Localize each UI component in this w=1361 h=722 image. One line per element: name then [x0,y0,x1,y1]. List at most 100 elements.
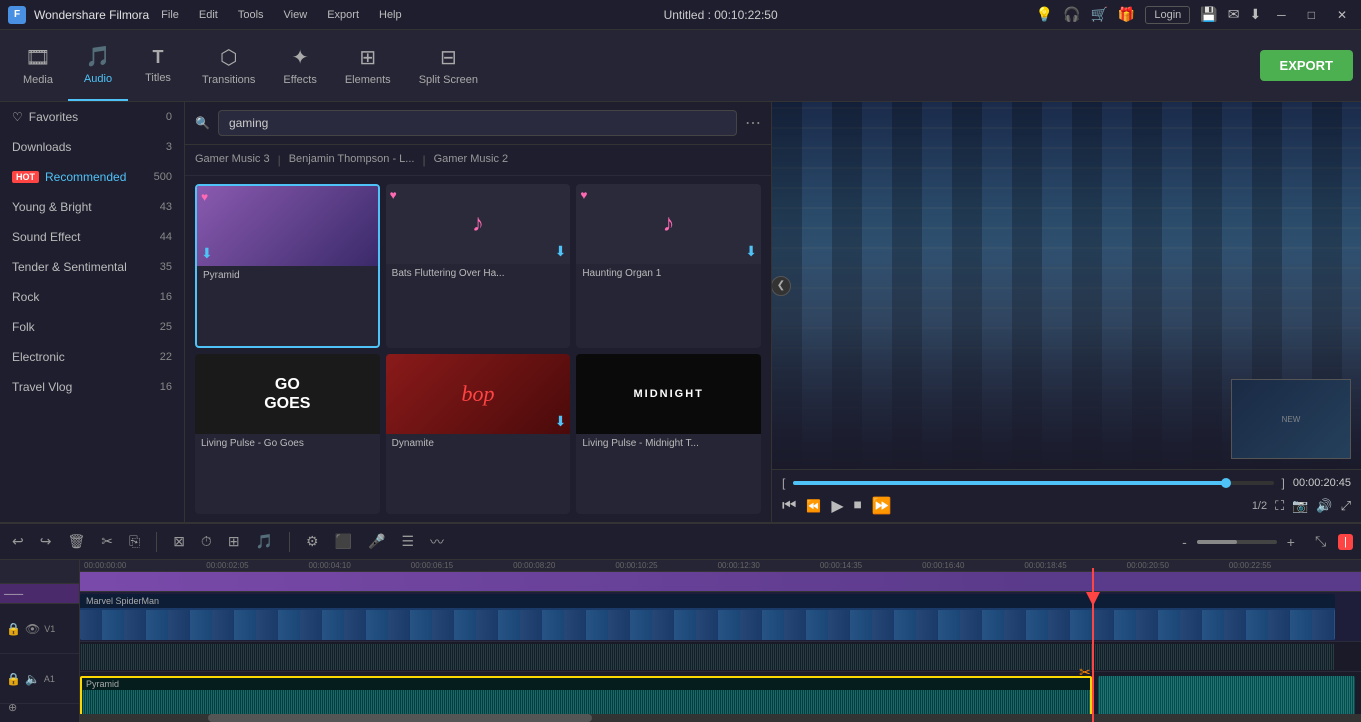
media-icon: 🎞 [25,45,50,70]
sidebar-item-folk[interactable]: Folk 25 [0,312,184,342]
toolbar-transitions[interactable]: ⬡ Transitions [188,30,269,101]
add-track-button[interactable]: ⊕ [8,701,17,714]
media-card-dynamite[interactable]: bop ⬇ Dynamite [386,354,571,514]
zoom-slider[interactable] [1197,540,1277,544]
sidebar-item-rock[interactable]: Rock 16 [0,282,184,312]
zoom-in-button[interactable]: + [1283,530,1299,554]
cut-button[interactable]: ✂ [97,529,117,554]
save-icon[interactable]: 💾 [1200,6,1217,23]
scroll-thumb[interactable] [208,714,592,722]
close-button[interactable]: ✕ [1331,6,1353,24]
go-goes-text: GOGOES [264,375,310,413]
download-icon-bats[interactable]: ⬇ [555,243,567,260]
step-back-button[interactable]: ⏪ [806,499,821,513]
sidebar-item-favorites[interactable]: ♡ Favorites 0 [0,102,184,132]
grid-icon[interactable]: ⋯ [745,113,761,133]
toolbar-elements[interactable]: ⊞ Elements [331,30,405,101]
ruler-mark-9: 00:00:18:45 [1024,561,1066,570]
sidebar-item-recommended[interactable]: HOT Recommended 500 [0,162,184,192]
video-clip[interactable]: Marvel SpiderMan [80,594,1335,640]
toolbar-effects[interactable]: ✦ Effects [269,30,330,101]
audio-clip-selected[interactable]: Pyramid [80,676,1092,718]
toolbar-split-screen[interactable]: ⊟ Split Screen [405,30,492,101]
download-icon-dynamite[interactable]: ⬇ [555,413,567,430]
screenshot-button[interactable]: 📷 [1292,498,1308,514]
headphone-icon[interactable]: 🎧 [1063,6,1080,23]
redo-button[interactable]: ↪ [36,529,56,554]
play-button[interactable]: ▶ [831,496,843,516]
minimize-button[interactable]: ─ [1271,6,1292,24]
toolbar-audio[interactable]: 🎵 Audio [68,30,128,101]
menu-edit[interactable]: Edit [195,7,222,23]
timeline-body: ─── 🔒 👁 V1 🔒 🔈 A1 00:00:00:00 00:00:02:0… [0,560,1361,722]
top-track-1[interactable]: Benjamin Thompson - L... [289,153,415,167]
download-icon[interactable]: ⬇ [1249,6,1261,23]
separator-1 [156,532,157,552]
progress-thumb[interactable] [1221,478,1231,488]
volume-button[interactable]: 🔊 [1316,498,1332,514]
stop-button[interactable]: ⏹ [854,497,862,515]
media-card-midnight[interactable]: MIDNIGHT Living Pulse - Midnight T... [576,354,761,514]
menu-view[interactable]: View [280,7,312,23]
track-lock-icon[interactable]: 🔒 [6,622,21,636]
timeline-ruler: 00:00:00:00 00:00:02:05 00:00:04:10 00:0… [80,560,1361,572]
music-note-icon: ♪ [472,210,484,238]
menu-tools[interactable]: Tools [234,7,268,23]
scroll-bar[interactable] [80,714,1361,722]
toolbar-media[interactable]: 🎞 Media [8,30,68,101]
track-lock-icon-2[interactable]: 🔒 [6,672,21,686]
menu-file[interactable]: File [157,7,183,23]
transform-button[interactable]: ⊞ [224,529,244,554]
settings-tl-button[interactable]: ⚙ [302,529,323,554]
media-card-pyramid[interactable]: ♥ ⬇ Pyramid [195,184,380,348]
cart-icon[interactable]: 🛒 [1090,6,1107,23]
sidebar-item-young-bright[interactable]: Young & Bright 43 [0,192,184,222]
prev-frame-button[interactable]: ⏮ [782,497,796,515]
fit-timeline-button[interactable]: ⤡ [1311,529,1330,554]
young-bright-count: 43 [160,201,172,213]
track-speaker-icon[interactable]: 🔈 [25,672,40,686]
sidebar-item-electronic[interactable]: Electronic 22 [0,342,184,372]
audio-button[interactable]: 🎵 [252,529,277,554]
purple-clip[interactable] [80,572,1041,591]
zoom-out-button[interactable]: - [1178,530,1191,554]
media-card-haunting[interactable]: ♪ ♥ ⬇ Haunting Organ 1 [576,184,761,348]
media-card-living-go[interactable]: GOGOES Living Pulse - Go Goes [195,354,380,514]
download-icon-haunting[interactable]: ⬇ [745,243,757,260]
export-button[interactable]: EXPORT [1260,50,1353,81]
settings-button[interactable]: ⤢ [1341,498,1351,514]
login-button[interactable]: Login [1145,6,1190,24]
top-track-0[interactable]: Gamer Music 3 [195,153,270,167]
lightbulb-icon[interactable]: 💡 [1036,6,1053,23]
overlay-button[interactable]: ⬛ [331,529,356,554]
collapse-sidebar-button[interactable]: ❮ [772,276,791,296]
menu-export[interactable]: Export [323,7,363,23]
step-forward-button[interactable]: ⏩ [872,496,892,516]
media-card-bats[interactable]: ♪ ♥ ⬇ Bats Fluttering Over Ha... [386,184,571,348]
toolbar-titles[interactable]: T Titles [128,30,188,101]
list-button[interactable]: ☰ [397,529,418,554]
fullscreen-button[interactable]: ⛶ [1275,498,1284,514]
sidebar-item-tender[interactable]: Tender & Sentimental 35 [0,252,184,282]
split-button[interactable]: | [1338,534,1353,550]
menu-help[interactable]: Help [375,7,406,23]
transitions-icon: ⬡ [220,45,237,70]
sidebar-item-travel-vlog[interactable]: Travel Vlog 16 [0,372,184,402]
crop-button[interactable]: ⊠ [169,529,189,554]
sidebar-item-sound-effect[interactable]: Sound Effect 44 [0,222,184,252]
mail-icon[interactable]: ✉ [1228,6,1240,23]
audio-clip-continuation[interactable] [1098,676,1354,718]
delete-button[interactable]: 🗑 [63,529,89,554]
sidebar-item-downloads[interactable]: Downloads 3 [0,132,184,162]
top-track-2[interactable]: Gamer Music 2 [434,153,509,167]
undo-button[interactable]: ↩ [8,529,28,554]
copy-button[interactable]: ⎘ [125,529,144,554]
speed-button[interactable]: ⏱ [197,529,216,554]
search-input[interactable] [218,110,737,136]
track-eye-icon[interactable]: 👁 [25,622,40,636]
mic-button[interactable]: 🎤 [364,529,389,554]
gift-icon[interactable]: 🎁 [1118,6,1135,23]
waveform-button[interactable]: 〰 [426,528,448,556]
progress-track[interactable] [793,481,1273,485]
maximize-button[interactable]: □ [1302,6,1321,24]
